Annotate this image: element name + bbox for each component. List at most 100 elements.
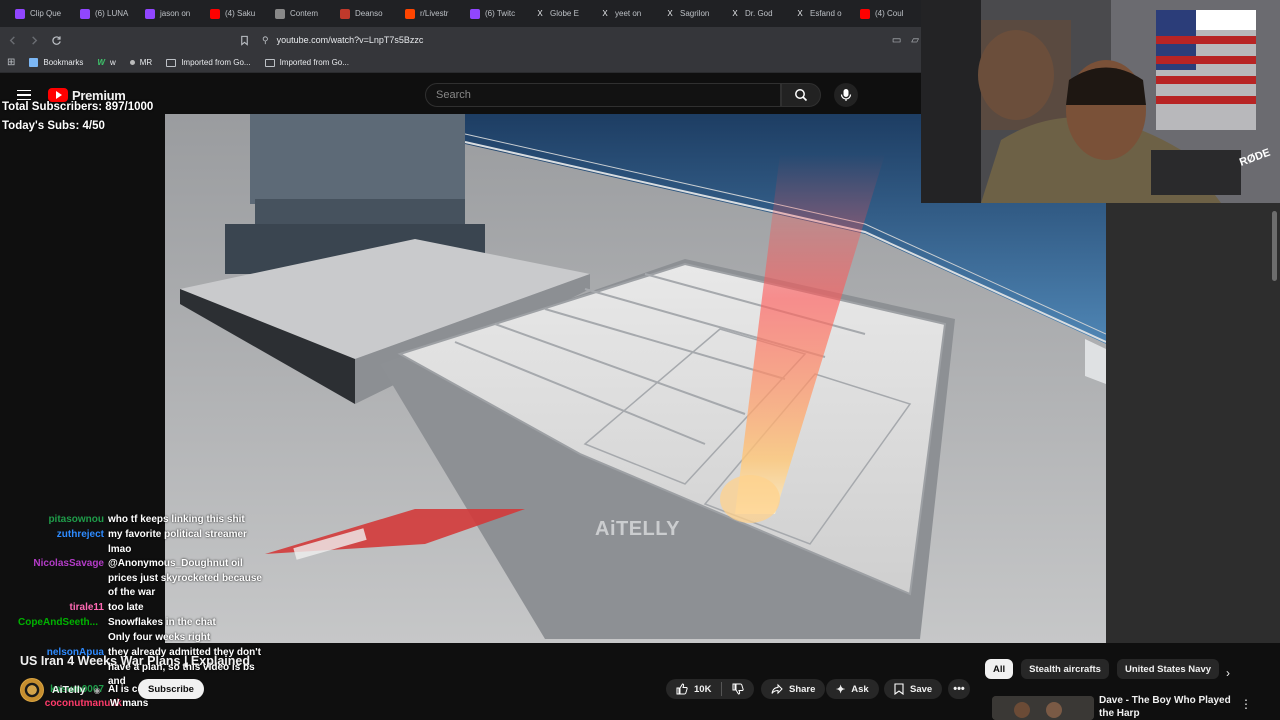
- forward-arrow-icon: [31, 35, 37, 45]
- chip-stealth-aircrafts[interactable]: Stealth aircrafts: [1021, 659, 1109, 679]
- save-button[interactable]: Save: [884, 679, 943, 699]
- recommendation-thumbnail[interactable]: [992, 696, 1094, 720]
- bookmark-folder-2[interactable]: Imported from Go...: [264, 58, 349, 67]
- tab-title: Dr. God: [745, 9, 773, 18]
- share-button[interactable]: Share: [761, 679, 826, 699]
- voice-search-button[interactable]: [834, 83, 858, 107]
- thumbnail-image: [992, 696, 1094, 720]
- recommendation-title[interactable]: Dave - The Boy Who Played the Harp: [1099, 694, 1239, 720]
- site-info-icon[interactable]: ⚲: [262, 35, 269, 46]
- like-button[interactable]: 10K: [666, 679, 721, 699]
- browser-tab[interactable]: X Esfand o: [786, 3, 849, 25]
- folder-icon: [264, 58, 275, 67]
- cast-icon[interactable]: ▭: [892, 35, 901, 46]
- back-button[interactable]: [2, 30, 22, 50]
- search-placeholder: Search: [436, 89, 471, 101]
- bookmark-w[interactable]: W w: [97, 58, 115, 67]
- webcam-overlay: RØDE: [921, 0, 1280, 203]
- save-bookmark-icon: [894, 683, 904, 695]
- browser-tab[interactable]: X Sagrilon: [656, 3, 719, 25]
- browser-tab[interactable]: Contem: [266, 3, 329, 25]
- tab-title: Esfand o: [810, 9, 842, 18]
- browser-tab[interactable]: Clip Que: [6, 3, 69, 25]
- tab-title: Sagrilon: [680, 9, 710, 18]
- bookmark-mr[interactable]: MR: [129, 58, 152, 67]
- share-label: Share: [789, 683, 816, 695]
- web-icon: [275, 8, 285, 19]
- chat-text: Snowflakes in the chat: [108, 617, 216, 628]
- more-actions-button[interactable]: •••: [948, 679, 970, 699]
- bookmark-label: Imported from Go...: [279, 58, 349, 67]
- x-icon: X: [602, 9, 608, 18]
- chat-message: tirale11 too late: [0, 601, 270, 616]
- browser-tab[interactable]: (6) LUNA: [71, 3, 134, 25]
- browser-tab[interactable]: Deanso: [331, 3, 394, 25]
- chevron-right-icon[interactable]: ›: [1226, 666, 1230, 680]
- tab-title: yeet on: [615, 9, 642, 18]
- bookmark-label: Imported from Go...: [181, 58, 251, 67]
- bookmark-label: Bookmarks: [43, 58, 84, 67]
- twitch-icon: [145, 8, 155, 19]
- page-scrollbar[interactable]: [1270, 203, 1278, 643]
- youtube-icon: [210, 8, 220, 19]
- browser-tab[interactable]: Xyeet on: [591, 3, 654, 25]
- bookmark-star-button[interactable]: [234, 30, 254, 50]
- forward-button[interactable]: [24, 30, 44, 50]
- search-icon: [795, 89, 808, 102]
- dislike-button[interactable]: [722, 679, 754, 699]
- chat-message: NicolasSavage @Anonymous_Doughnut oil pri…: [0, 557, 270, 598]
- chat-username[interactable]: tirale11: [0, 601, 104, 616]
- chip-united-states-navy[interactable]: United States Navy: [1116, 659, 1220, 679]
- w-icon: W: [97, 58, 105, 67]
- menu-icon[interactable]: [17, 89, 31, 101]
- apps-grid-icon[interactable]: ⊞: [7, 57, 15, 68]
- share-segment: Share: [761, 679, 825, 699]
- search-input[interactable]: Search: [425, 83, 781, 107]
- ask-segment: ✦ Ask: [826, 679, 879, 699]
- chat-username[interactable]: pitasownou: [0, 513, 104, 528]
- browser-tab-strip: Clip Que (6) LUNA jason on (4) Saku Contem De…: [0, 0, 925, 27]
- browser-tab[interactable]: r/Livestr: [396, 3, 459, 25]
- chat-text: who tf keeps linking this shit: [108, 514, 245, 525]
- web-icon: [340, 8, 350, 19]
- tab-title: (6) Twitc: [485, 9, 516, 18]
- address-bar[interactable]: ⚲ youtube.com/watch?v=LnpT7s5Bzzc: [262, 30, 892, 50]
- ask-button[interactable]: ✦ Ask: [826, 679, 879, 699]
- browser-tab[interactable]: jason on: [136, 3, 199, 25]
- sparkle-icon: ✦: [836, 683, 846, 696]
- url-text: youtube.com/watch?v=LnpT7s5Bzzc: [276, 35, 424, 45]
- share-icon: [771, 683, 783, 695]
- browser-tab[interactable]: (6) Twitc: [461, 3, 524, 25]
- thumbs-up-icon: [676, 683, 688, 695]
- channel-info[interactable]: AiTelly ◉: [20, 678, 101, 702]
- chat-text: Only four weeks right: [108, 632, 211, 643]
- tab-title: (4) Saku: [225, 9, 256, 18]
- chat-message: zuthreject my favorite political streamer…: [0, 528, 270, 555]
- browser-tab[interactable]: (4) Coul: [851, 3, 914, 25]
- browser-tab[interactable]: X Dr. God: [721, 3, 784, 25]
- like-dislike-group: 10K: [666, 679, 755, 699]
- channel-name[interactable]: AiTelly: [52, 684, 86, 696]
- chip-all[interactable]: All: [985, 659, 1014, 679]
- more-vertical-icon[interactable]: ⋮: [1240, 697, 1252, 711]
- browser-tab[interactable]: X Globe E: [526, 3, 589, 25]
- extensions-icon[interactable]: ▱: [911, 35, 919, 46]
- search-button[interactable]: [781, 83, 821, 107]
- x-icon: X: [667, 9, 673, 18]
- browser-tab[interactable]: (4) Saku: [201, 3, 264, 25]
- chat-text: W mans: [110, 698, 149, 709]
- channel-watermark: AiTELLY: [595, 518, 680, 540]
- youtube-logo-icon: [48, 88, 68, 102]
- channel-avatar[interactable]: [20, 678, 44, 702]
- chat-username[interactable]: CopeAndSeeth...: [0, 616, 98, 631]
- twitch-icon: [80, 8, 90, 19]
- bookmark-folder-1[interactable]: Imported from Go...: [166, 58, 251, 67]
- chat-text: my favorite political streamer lmao: [108, 529, 247, 555]
- reload-button[interactable]: [46, 30, 66, 50]
- subscribe-button[interactable]: Subscribe: [138, 679, 204, 699]
- bookmark-bookmarks[interactable]: Bookmarks: [29, 58, 83, 67]
- tab-title: (6) LUNA: [95, 9, 129, 18]
- chat-username[interactable]: NicolasSavage: [0, 557, 104, 572]
- chat-username[interactable]: zuthreject: [0, 528, 104, 543]
- scrollbar-thumb[interactable]: [1272, 211, 1277, 281]
